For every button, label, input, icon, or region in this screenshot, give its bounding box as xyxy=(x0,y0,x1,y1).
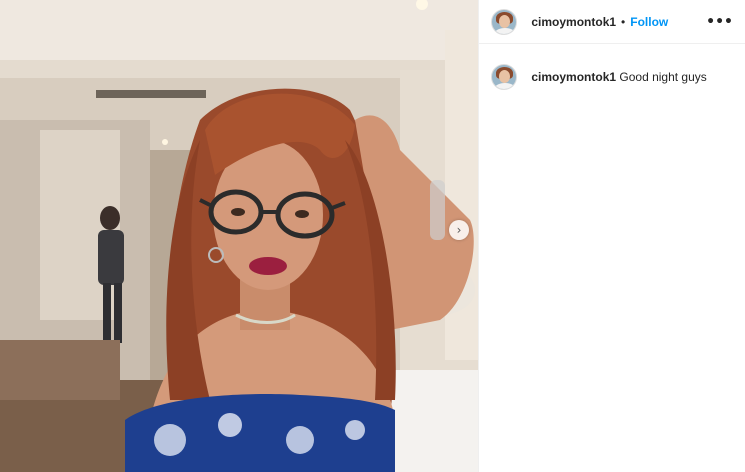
caption-username[interactable]: cimoymontok1 xyxy=(531,70,616,84)
more-options-icon[interactable]: ••• xyxy=(706,14,733,30)
instagram-post: › cimoymontok1 • Follow ••• cimoymontok1… xyxy=(0,0,745,472)
chevron-right-icon: › xyxy=(456,223,462,237)
caption-text: cimoymontok1 Good night guys xyxy=(531,70,706,84)
post-header: cimoymontok1 • Follow ••• xyxy=(479,0,745,44)
avatar[interactable] xyxy=(491,8,518,35)
caption-row: cimoymontok1 Good night guys xyxy=(479,44,745,90)
post-sidebar: cimoymontok1 • Follow ••• cimoymontok1 G… xyxy=(478,0,745,472)
next-image-button[interactable]: › xyxy=(449,220,469,240)
follow-button[interactable]: Follow xyxy=(630,15,668,29)
separator-dot: • xyxy=(621,14,626,29)
caption-body: Good night guys xyxy=(619,70,707,84)
caption-avatar[interactable] xyxy=(491,64,518,90)
header-username[interactable]: cimoymontok1 xyxy=(531,15,616,29)
post-image[interactable]: › xyxy=(0,0,479,472)
photo-illustration xyxy=(0,0,479,472)
